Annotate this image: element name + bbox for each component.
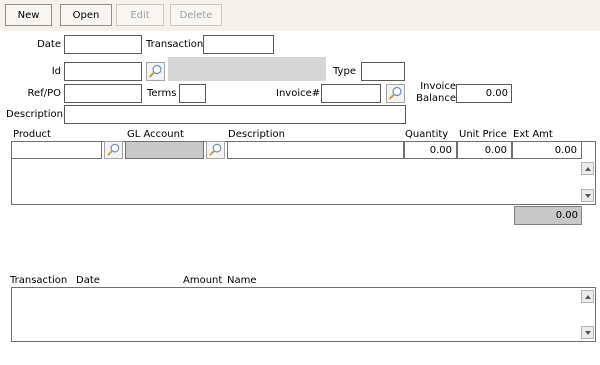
history-header-amount: Amount (183, 275, 223, 286)
magnifier-icon (107, 143, 120, 156)
edit-button[interactable]: Edit (116, 4, 164, 26)
col-header-unit-price: Unit Price (459, 129, 507, 140)
line-total-display: 0.00 (514, 206, 582, 225)
transaction-field[interactable] (203, 35, 274, 54)
delete-button[interactable]: Delete (170, 4, 222, 26)
line-unit-price-input[interactable]: 0.00 (457, 141, 512, 159)
refpo-field[interactable] (64, 84, 142, 103)
id-name-display (168, 57, 326, 81)
type-field[interactable] (361, 62, 405, 81)
col-header-product: Product (13, 129, 51, 140)
col-header-quantity: Quantity (405, 129, 449, 140)
invoice-balance-label-line2: Balance (416, 93, 456, 104)
history-scroll-up-button[interactable] (581, 290, 594, 303)
line-product-input[interactable] (11, 141, 102, 159)
terms-label: Terms (147, 88, 177, 99)
history-list[interactable] (11, 287, 596, 342)
arrow-down-icon (585, 331, 591, 335)
magnifier-icon (209, 143, 222, 156)
line-ext-amt-input[interactable]: 0.00 (512, 141, 582, 159)
arrow-up-icon (585, 295, 591, 299)
history-header-transaction: Transaction (10, 275, 68, 286)
terms-field[interactable] (179, 84, 206, 103)
line-gl-account-input[interactable] (125, 141, 204, 159)
line-description-input[interactable] (227, 141, 404, 159)
history-header-name: Name (227, 275, 257, 286)
product-lookup-button[interactable] (104, 141, 123, 159)
new-button[interactable]: New (5, 4, 52, 26)
date-label: Date (37, 39, 61, 50)
line-items-scroll-up-button[interactable] (581, 162, 594, 175)
line-items-scroll-down-button[interactable] (581, 189, 594, 202)
date-field[interactable] (64, 35, 142, 54)
toolbar: New Open Edit Delete (0, 0, 600, 31)
col-header-ext-amt: Ext Amt (513, 129, 553, 140)
history-scroll-down-button[interactable] (581, 326, 594, 339)
magnifier-icon (148, 64, 162, 78)
magnifier-icon (388, 86, 402, 100)
refpo-label: Ref/PO (27, 88, 61, 99)
line-quantity-input[interactable]: 0.00 (404, 141, 457, 159)
gl-account-lookup-button[interactable] (206, 141, 225, 159)
id-lookup-button[interactable] (146, 62, 165, 81)
id-field[interactable] (64, 62, 142, 81)
invoice-number-field[interactable] (321, 84, 381, 103)
arrow-up-icon (585, 167, 591, 171)
description-field[interactable] (64, 105, 406, 124)
invoice-balance-field: 0.00 (456, 84, 512, 103)
type-label: Type (333, 66, 356, 77)
transaction-label: Transaction (146, 39, 204, 50)
arrow-down-icon (585, 194, 591, 198)
col-header-gl-account: GL Account (127, 129, 184, 140)
description-label: Description (6, 109, 63, 120)
invoice-number-label: Invoice# (276, 88, 321, 99)
id-label: Id (51, 66, 61, 77)
col-header-description: Description (228, 129, 285, 140)
history-header-date: Date (76, 275, 100, 286)
open-button[interactable]: Open (60, 4, 112, 26)
invoice-lookup-button[interactable] (386, 84, 405, 103)
invoice-balance-label-line1: Invoice (420, 81, 456, 92)
